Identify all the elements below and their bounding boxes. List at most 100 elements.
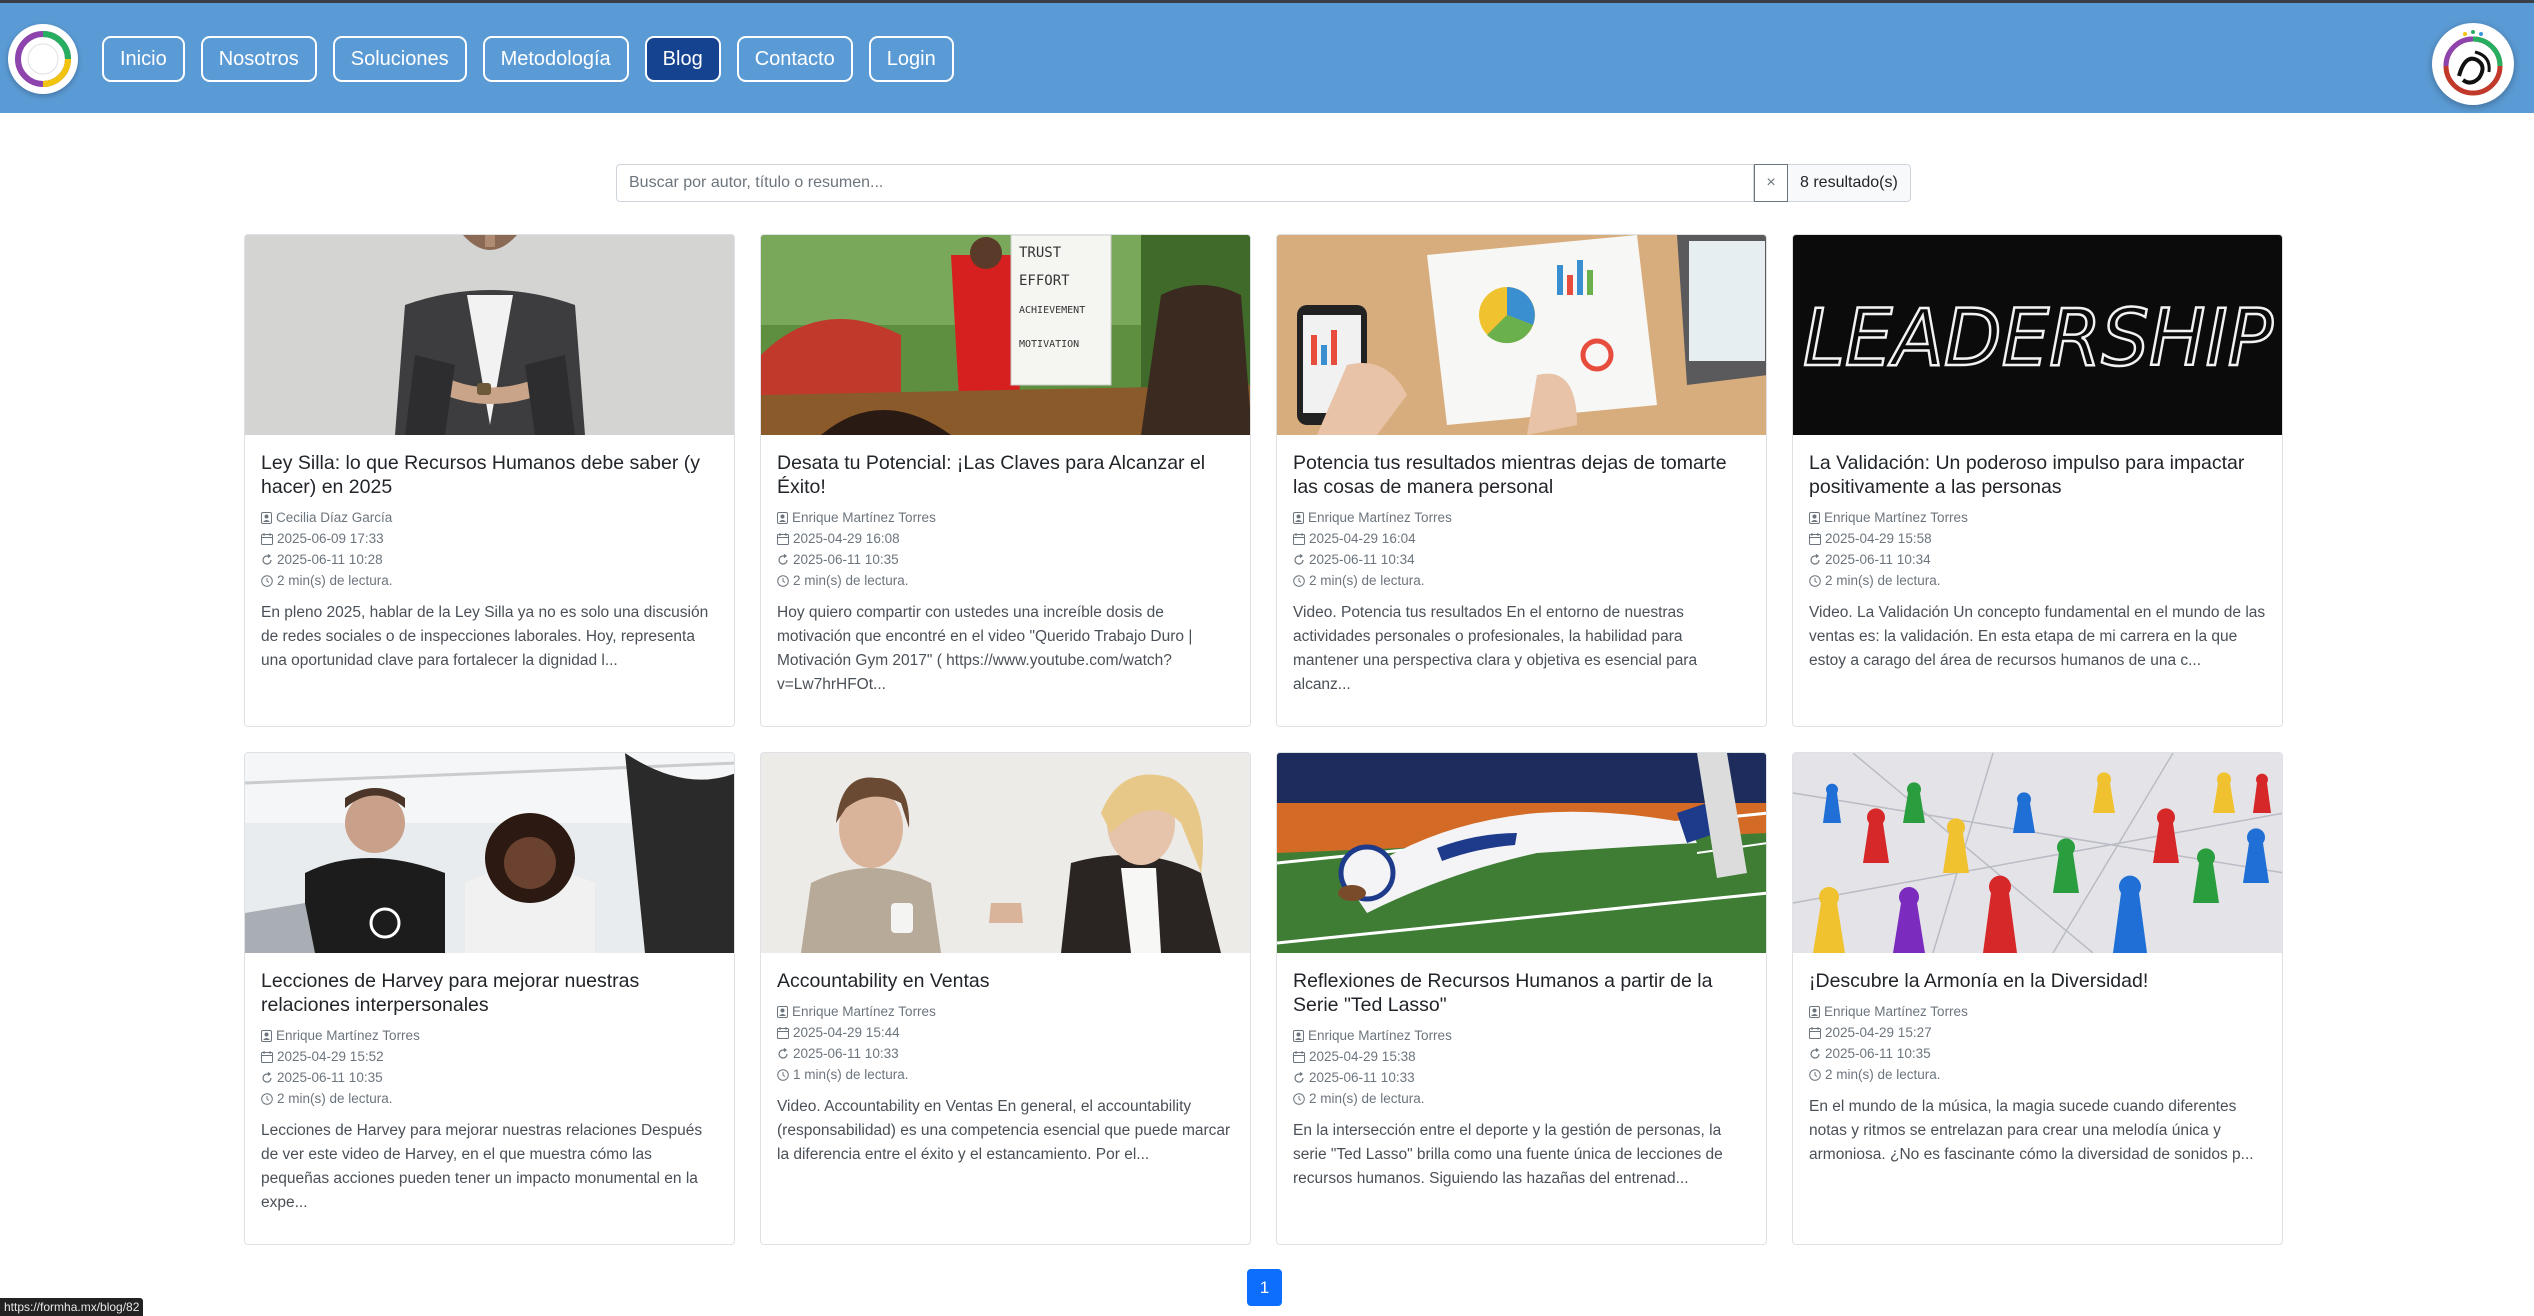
card-reading-time: 2 min(s) de lectura. (261, 1088, 718, 1109)
card-excerpt: En el mundo de la música, la magia suced… (1809, 1098, 2254, 1163)
blog-card[interactable]: Reflexiones de Recursos Humanos a partir… (1276, 752, 1767, 1245)
created-date: 2025-06-09 17:33 (277, 531, 384, 546)
card-author: Enrique Martínez Torres (777, 507, 1234, 528)
created-date: 2025-04-29 16:04 (1309, 531, 1416, 546)
reading-time: 2 min(s) de lectura. (277, 573, 393, 588)
card-reading-time: 2 min(s) de lectura. (261, 570, 718, 591)
refresh-icon (1810, 1047, 1820, 1059)
charts-desk-photo[interactable] (1277, 235, 1766, 435)
card-title[interactable]: Accountability en Ventas (777, 969, 1234, 993)
chalk-word: LEADERSHIP (1803, 294, 2273, 384)
card-updated: 2025-06-11 10:35 (261, 1067, 718, 1088)
created-date: 2025-04-29 16:08 (793, 531, 900, 546)
card-author: Enrique Martínez Torres (777, 1001, 1234, 1022)
card-excerpt: Video. Accountability en Ventas En gener… (777, 1098, 1231, 1163)
team-laptop-photo[interactable] (245, 753, 734, 953)
author-name: Enrique Martínez Torres (1308, 510, 1452, 525)
reading-time: 2 min(s) de lectura. (1309, 1091, 1425, 1106)
blog-card[interactable]: LEADERSHIP La Validación: Un poderoso im… (1792, 234, 2283, 727)
nav-nosotros-button[interactable]: Nosotros (200, 36, 317, 82)
board-line-4: MOTIVATION (1019, 339, 1079, 350)
clock-icon (1809, 1068, 1821, 1081)
trust-board-photo[interactable]: TRUST EFFORT ACHIEVEMENT MOTIVATION (761, 235, 1250, 435)
nav-metodologia-button[interactable]: Metodología (482, 36, 629, 82)
nav-login-button[interactable]: Login (868, 36, 954, 82)
card-title[interactable]: Lecciones de Harvey para mejorar nuestra… (261, 969, 718, 1017)
card-author: Enrique Martínez Torres (1293, 1025, 1750, 1046)
calendar-icon (1293, 532, 1305, 545)
brand-logo[interactable] (8, 24, 78, 94)
pagination-page-1-button[interactable]: 1 (1247, 1269, 1282, 1306)
refresh-icon (1294, 1071, 1304, 1083)
clock-icon (777, 574, 789, 587)
card-created: 2025-04-29 16:04 (1293, 528, 1750, 549)
user-icon (1293, 1029, 1304, 1042)
author-name: Enrique Martínez Torres (1824, 1004, 1968, 1019)
card-excerpt: Hoy quiero compartir con ustedes una inc… (777, 604, 1193, 693)
status-bar-url: https://formha.mx/blog/82 (0, 1298, 144, 1316)
card-updated: 2025-06-11 10:35 (777, 549, 1234, 570)
search-input[interactable] (616, 164, 1754, 202)
man-in-suit-photo[interactable] (245, 235, 734, 435)
card-reading-time: 2 min(s) de lectura. (1809, 570, 2266, 591)
created-date: 2025-04-29 15:44 (793, 1025, 900, 1040)
calendar-icon (1809, 532, 1821, 545)
blog-card[interactable]: ¡Descubre la Armonía en la Diversidad! E… (1792, 752, 2283, 1245)
card-created: 2025-04-29 15:27 (1809, 1022, 2266, 1043)
brand-logo-icon (15, 31, 71, 87)
card-title[interactable]: Potencia tus resultados mientras dejas d… (1293, 451, 1750, 499)
card-author: Enrique Martínez Torres (1293, 507, 1750, 528)
blog-card[interactable]: TRUST EFFORT ACHIEVEMENT MOTIVATION Desa… (760, 234, 1251, 727)
card-title[interactable]: La Validación: Un poderoso impulso para … (1809, 451, 2266, 499)
calendar-icon (261, 1050, 273, 1063)
two-women-photo[interactable] (761, 753, 1250, 953)
calendar-icon (261, 532, 273, 545)
card-updated: 2025-06-11 10:28 (261, 549, 718, 570)
card-title[interactable]: ¡Descubre la Armonía en la Diversidad! (1809, 969, 2266, 993)
board-line-3: ACHIEVEMENT (1019, 305, 1085, 316)
leadership-chalk-photo[interactable]: LEADERSHIP (1793, 235, 2282, 435)
card-reading-time: 1 min(s) de lectura. (777, 1064, 1234, 1085)
card-excerpt: Video. La Validación Un concepto fundame… (1809, 604, 2266, 669)
author-name: Enrique Martínez Torres (276, 1028, 420, 1043)
card-created: 2025-04-29 15:58 (1809, 528, 2266, 549)
refresh-icon (778, 1047, 788, 1059)
football-dive-photo[interactable] (1277, 753, 1766, 953)
reading-time: 2 min(s) de lectura. (277, 1091, 393, 1106)
created-date: 2025-04-29 15:27 (1825, 1025, 1932, 1040)
partner-logo-icon (2443, 30, 2503, 96)
colored-pawns-photo[interactable] (1793, 753, 2282, 953)
clear-search-button[interactable]: × (1754, 164, 1788, 202)
partner-logo[interactable] (2432, 23, 2514, 105)
card-reading-time: 2 min(s) de lectura. (1293, 570, 1750, 591)
card-title[interactable]: Reflexiones de Recursos Humanos a partir… (1293, 969, 1750, 1017)
card-title[interactable]: Ley Silla: lo que Recursos Humanos debe … (261, 451, 718, 499)
updated-date: 2025-06-11 10:35 (793, 552, 899, 567)
nav-soluciones-button[interactable]: Soluciones (332, 36, 467, 82)
card-updated: 2025-06-11 10:34 (1809, 549, 2266, 570)
user-icon (261, 511, 272, 524)
refresh-icon (1810, 553, 1820, 565)
blog-card[interactable]: Potencia tus resultados mientras dejas d… (1276, 234, 1767, 727)
card-author: Enrique Martínez Torres (1809, 1001, 2266, 1022)
card-excerpt: Video. Potencia tus resultados En el ent… (1293, 604, 1698, 693)
blog-card[interactable]: Accountability en Ventas Enrique Martíne… (760, 752, 1251, 1245)
blog-grid: Ley Silla: lo que Recursos Humanos debe … (244, 234, 2283, 1245)
reading-time: 2 min(s) de lectura. (1825, 1067, 1941, 1082)
board-line-2: EFFORT (1019, 273, 1070, 289)
card-updated: 2025-06-11 10:33 (1293, 1067, 1750, 1088)
reading-time: 2 min(s) de lectura. (793, 573, 909, 588)
nav-blog-button[interactable]: Blog (644, 36, 721, 82)
clock-icon (1809, 574, 1821, 587)
nav-inicio-button[interactable]: Inicio (102, 36, 185, 82)
nav-contacto-button[interactable]: Contacto (736, 36, 853, 82)
updated-date: 2025-06-11 10:34 (1825, 552, 1931, 567)
refresh-icon (262, 1071, 272, 1083)
user-icon (1809, 1005, 1820, 1018)
reading-time: 2 min(s) de lectura. (1825, 573, 1941, 588)
clock-icon (261, 1092, 273, 1105)
blog-card[interactable]: Lecciones de Harvey para mejorar nuestra… (244, 752, 735, 1245)
blog-card[interactable]: Ley Silla: lo que Recursos Humanos debe … (244, 234, 735, 727)
card-title[interactable]: Desata tu Potencial: ¡Las Claves para Al… (777, 451, 1234, 499)
created-date: 2025-04-29 15:52 (277, 1049, 384, 1064)
